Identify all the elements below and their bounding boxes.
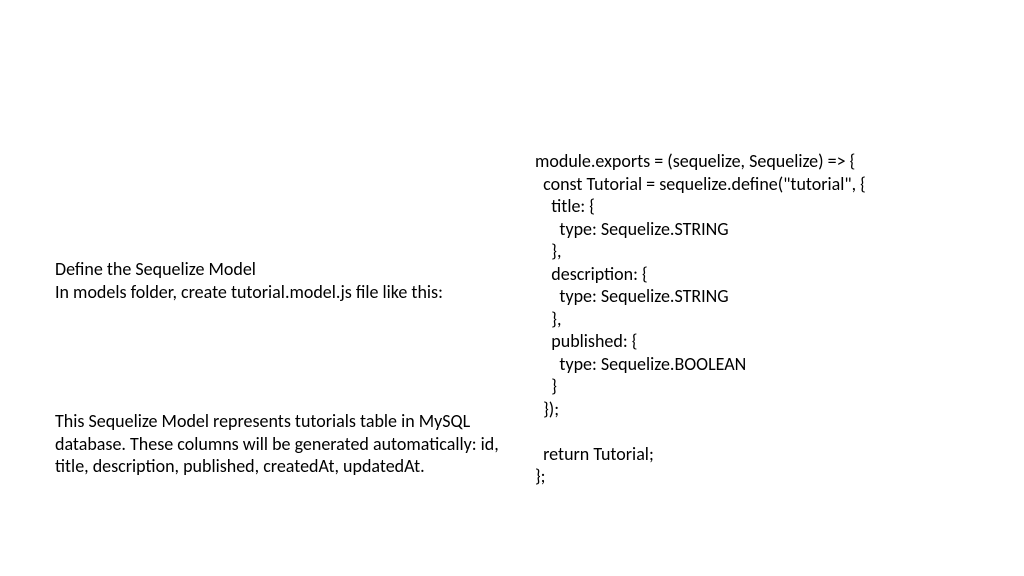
heading-line-1: Define the Sequelize Model — [55, 258, 525, 281]
paragraph-text: This Sequelize Model represents tutorial… — [55, 410, 525, 478]
paragraph-block: This Sequelize Model represents tutorial… — [55, 410, 525, 478]
heading-block: Define the Sequelize Model In models fol… — [55, 258, 525, 303]
heading-line-2: In models folder, create tutorial.model.… — [55, 281, 525, 304]
code-block: module.exports = (sequelize, Sequelize) … — [535, 150, 955, 488]
code-text: module.exports = (sequelize, Sequelize) … — [535, 150, 955, 488]
